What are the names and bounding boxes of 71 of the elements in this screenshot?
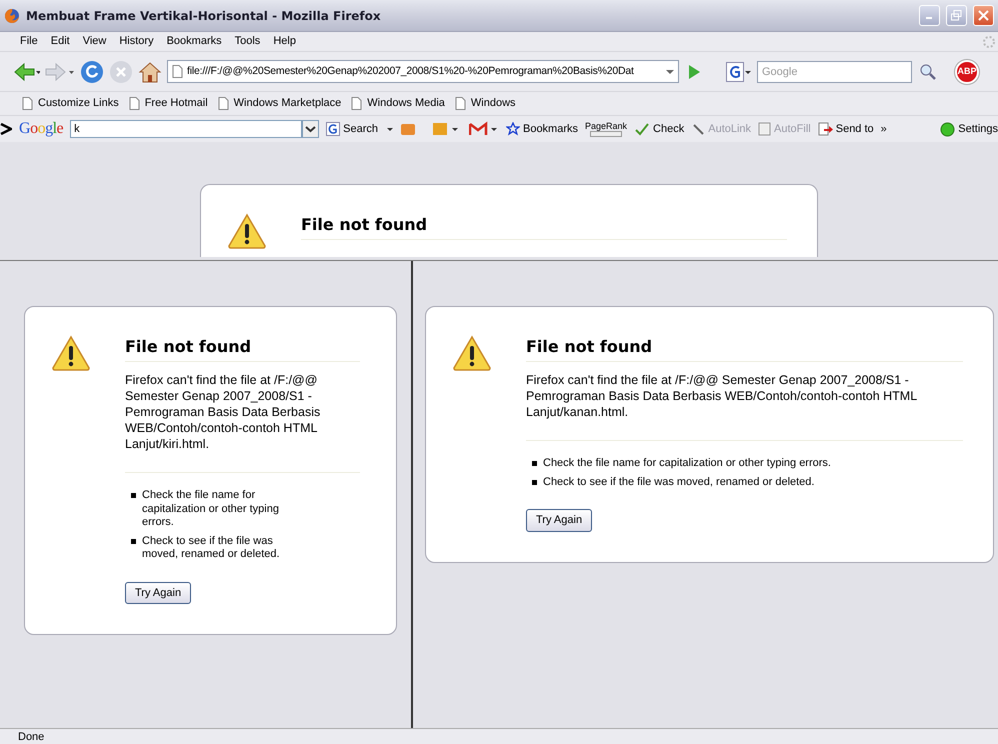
page-icon: [351, 97, 362, 110]
toolbar-button[interactable]: Bookmarks: [506, 120, 578, 138]
tip-text: Check to see if the file was moved, renamed or deleted.: [543, 476, 814, 489]
bookmark-link[interactable]: Customize Links: [22, 95, 119, 112]
page-icon: [172, 65, 183, 78]
toolbar-button[interactable]: PageRank: [585, 122, 628, 136]
error-message: Firefox can't find the file at /F:/@@ Semester Genap 2007_2008/S1 - Pemrograman Basis Data Berbasis WEB/Contoh/contoh-contoh HTML Lanjut/kiri.html.: [125, 372, 360, 473]
address-bar[interactable]: file:///F:/@@%20Semester%20Genap%202007_2008/S1%20-%20Pemrograman%20Basis%20Dat: [167, 60, 679, 83]
home-icon[interactable]: [138, 60, 162, 82]
reload-icon[interactable]: [80, 60, 104, 84]
toolbar-button[interactable]: Settings: [940, 120, 998, 138]
tip-text: Check the file name for capitalization or other typing errors.: [543, 457, 831, 470]
page-icon: [128, 97, 140, 110]
error-heading: File not found: [526, 335, 963, 362]
spellcheck-icon: [634, 122, 650, 136]
try-again-button[interactable]: Try Again: [526, 509, 592, 532]
tip-text: Check the file name for capitalization or other typing errors.: [142, 489, 280, 530]
star-icon: [506, 122, 520, 136]
restore-button[interactable]: [946, 5, 967, 26]
send-icon: [818, 122, 833, 136]
toolbar-search-field[interactable]: k: [70, 120, 302, 138]
form-icon: [758, 122, 772, 136]
firefox-logo-icon: [4, 8, 20, 24]
search-engine-icon[interactable]: [726, 62, 752, 82]
mail-icon[interactable]: [468, 121, 499, 137]
pagerank-bar-icon: [590, 130, 622, 136]
toolbar-button[interactable]: Send to: [818, 120, 874, 138]
minimize-button[interactable]: [919, 5, 940, 26]
restore-icon: [951, 10, 962, 21]
adblock-icon[interactable]: ABP: [955, 60, 979, 84]
page-icon: [22, 97, 33, 110]
g-icon: [326, 122, 340, 136]
dropdown-icon[interactable]: [302, 120, 320, 138]
status-text: Done: [0, 728, 998, 744]
bullet-icon: [131, 493, 136, 498]
page-icon: [454, 97, 466, 110]
close-button[interactable]: [973, 5, 994, 26]
menu-item[interactable]: Edit: [44, 33, 76, 50]
search-field[interactable]: Google: [757, 60, 912, 82]
status-dot-icon: [940, 122, 956, 136]
menu-item[interactable]: Tools: [228, 33, 266, 50]
bookmark-link[interactable]: Windows Media: [351, 95, 445, 112]
bullet-icon: [532, 461, 537, 466]
bullet-icon: [131, 538, 136, 544]
bullet-icon: [532, 480, 537, 484]
throbber-icon: [982, 34, 996, 48]
warning-icon: [227, 213, 267, 249]
menu-item[interactable]: View: [76, 33, 112, 50]
try-again-button[interactable]: Try Again: [125, 582, 192, 604]
bookmark-link[interactable]: Windows Marketplace: [218, 95, 342, 112]
toolbar-button[interactable]: Check: [634, 120, 684, 138]
warning-icon: [51, 335, 91, 371]
wand-icon: [691, 122, 706, 136]
menu-item[interactable]: Help: [267, 33, 302, 50]
close-icon: [978, 10, 989, 21]
error-heading: File not found: [301, 213, 787, 240]
bookmark-link[interactable]: Free Hotmail: [128, 95, 208, 112]
bookmark-link[interactable]: Windows: [454, 95, 516, 112]
menu-item[interactable]: File: [14, 33, 44, 50]
window-title: Membuat Frame Vertikal-Horisontal - Mozilla Firefox: [26, 8, 382, 24]
toolbar-button[interactable]: Search: [326, 120, 378, 138]
page-icon: [218, 97, 229, 110]
google-logo: Google: [19, 119, 64, 139]
error-heading: File not found: [125, 335, 360, 362]
tip-text: Check to see if the file was moved, renamed or deleted.: [142, 534, 281, 562]
back-icon[interactable]: [14, 62, 40, 82]
error-message: Firefox can't find the file at /F:/@@ Semester Genap 2007_2008/S1 - Pemrograman Basis Data Berbasis WEB/Contoh/contoh-contoh HTML Lanjut/kanan.html.: [526, 372, 963, 441]
toolbar-button[interactable]: »: [880, 120, 887, 138]
warning-icon: [452, 335, 492, 371]
menu-item[interactable]: Bookmarks: [160, 33, 228, 50]
menu-item[interactable]: History: [113, 33, 160, 50]
